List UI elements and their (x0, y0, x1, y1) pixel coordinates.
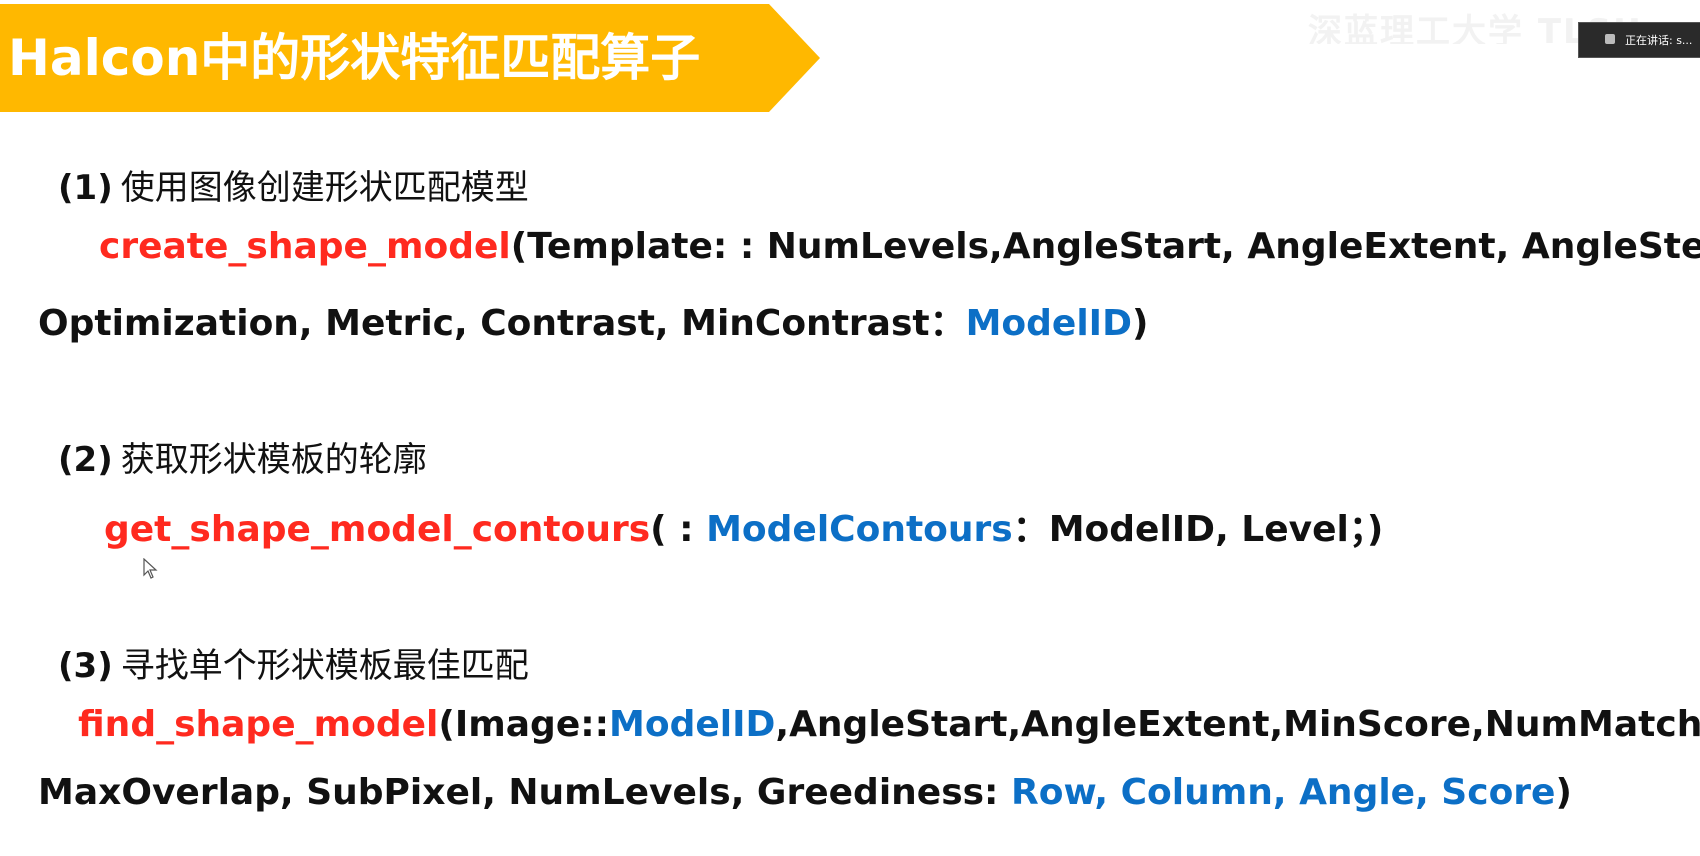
section-1-code-line-1: create_shape_model(Template: : NumLevels… (99, 226, 1700, 267)
section-2-heading: (2) 获取形状模板的轮廓 (58, 432, 427, 481)
section-2-number: (2) (58, 440, 113, 480)
section-1-code-line-2: Optimization, Metric, Contrast, MinContr… (38, 294, 1148, 346)
find-shape-model-params-2: MaxOverlap, SubPixel, NumLevels, Greedin… (38, 772, 1011, 813)
create-shape-model-params: (Template: : NumLevels,AngleStart, Angle… (510, 226, 1700, 267)
get-contours-output: ModelContours (706, 509, 1013, 550)
create-shape-model-function: create_shape_model (99, 226, 511, 267)
get-contours-open: ( : (650, 509, 707, 550)
find-shape-model-params: ,AngleStart,AngleExtent,MinScore,NumMatc… (775, 704, 1700, 745)
section-1-title: 使用图像创建形状匹配模型 (120, 168, 529, 208)
page-title: Halcon中的形状特征匹配算子 (8, 29, 701, 87)
speaking-label: 正在讲话: s... (1625, 34, 1693, 47)
microphone-icon (1605, 34, 1615, 44)
section-1-number: (1) (58, 168, 113, 208)
section-3-heading: (3) 寻找单个形状模板最佳匹配 (58, 638, 529, 687)
section-2-code-line-1: get_shape_model_contours( : ModelContour… (104, 500, 1383, 552)
section-2-title: 获取形状模板的轮廓 (120, 440, 427, 480)
get-shape-model-contours-function: get_shape_model_contours (104, 509, 651, 550)
find-shape-model-function: find_shape_model (78, 704, 439, 745)
create-shape-model-params-2: Optimization, Metric, Contrast, MinContr… (38, 303, 966, 344)
section-1-heading: (1) 使用图像创建形状匹配模型 (58, 160, 529, 209)
section-3-title: 寻找单个形状模板最佳匹配 (120, 646, 529, 686)
find-shape-model-open: (Image:: (438, 704, 610, 745)
section-3-number: (3) (58, 646, 113, 686)
title-banner: Halcon中的形状特征匹配算子 (0, 4, 820, 112)
mouse-cursor-icon (143, 558, 158, 579)
create-shape-model-close: ) (1131, 303, 1149, 344)
get-contours-params: ：ModelID, Level；) (1012, 509, 1384, 550)
create-shape-model-output: ModelID (965, 303, 1132, 344)
find-shape-model-input: ModelID (609, 704, 776, 745)
section-3-code-line-1: find_shape_model(Image::ModelID,AngleSta… (78, 704, 1700, 745)
speaking-indicator: 正在讲话: s... (1578, 22, 1700, 58)
section-3-code-line-2: MaxOverlap, SubPixel, NumLevels, Greedin… (38, 772, 1572, 813)
find-shape-model-output: Row, Column, Angle, Score (1010, 772, 1556, 813)
find-shape-model-close: ) (1555, 772, 1572, 813)
